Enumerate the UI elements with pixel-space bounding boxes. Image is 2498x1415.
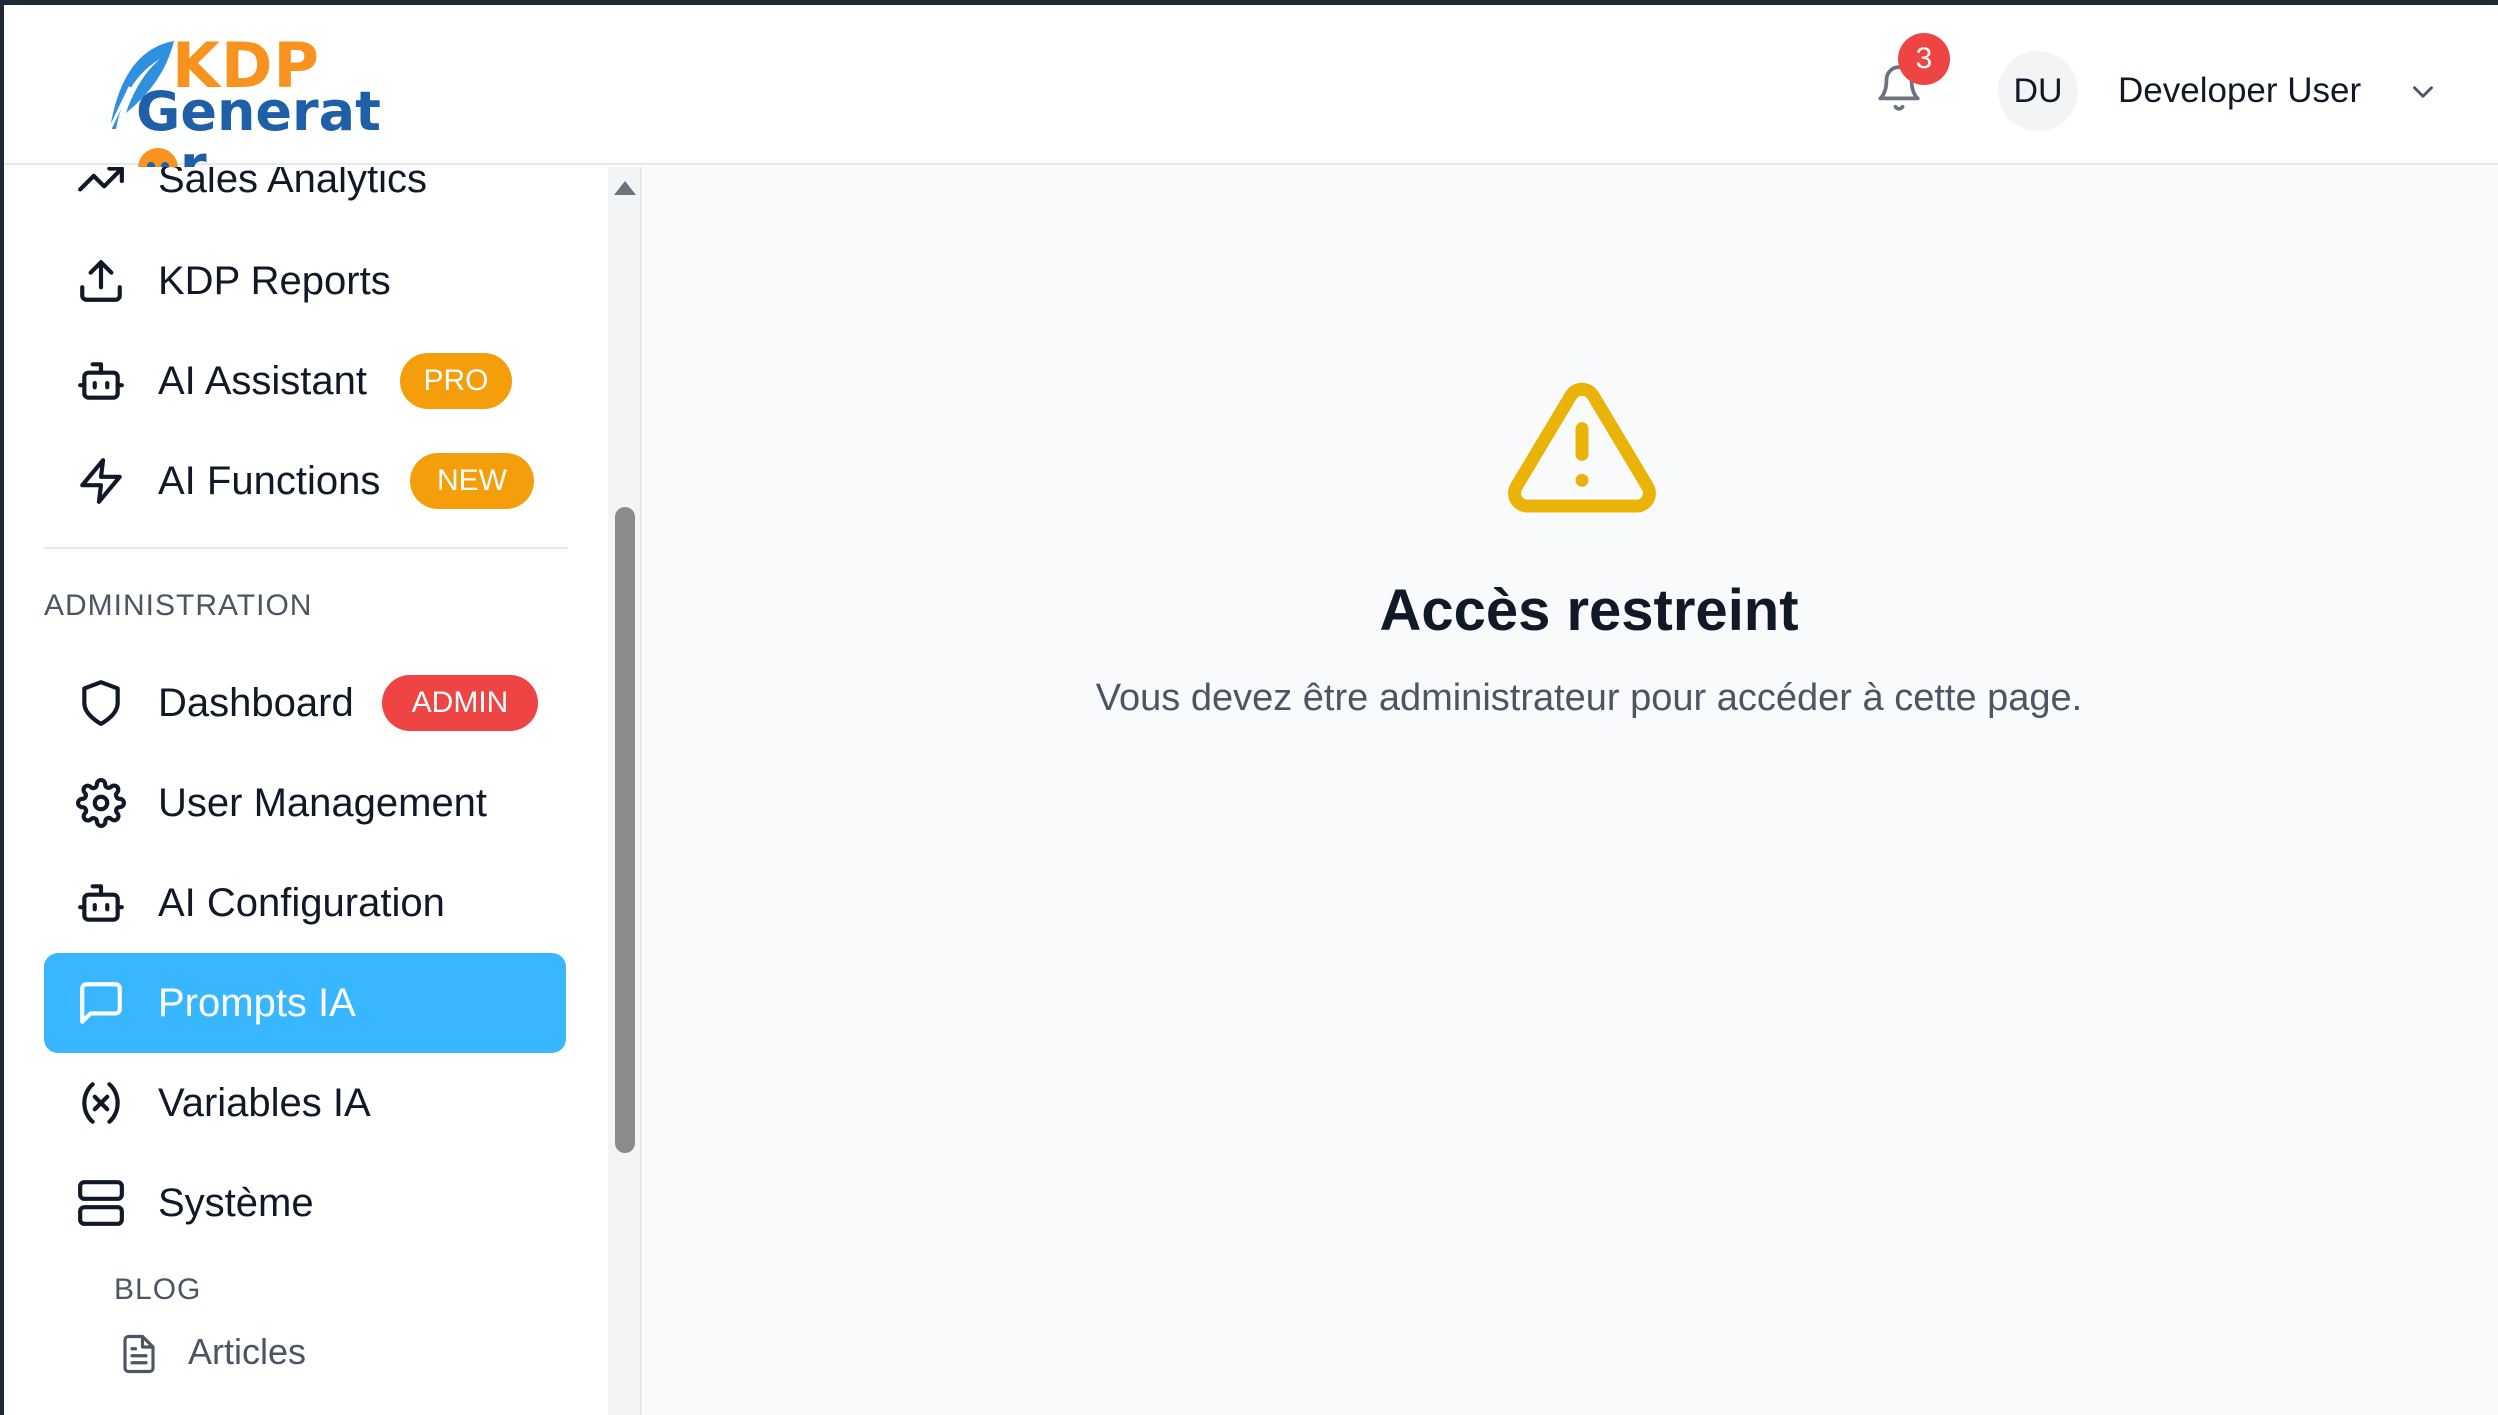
sidebar-item-label: Dashboard — [158, 681, 354, 725]
user-name[interactable]: Developer User — [2118, 69, 2361, 113]
variable-icon — [82, 1082, 120, 1124]
scrollbar-thumb[interactable] — [615, 507, 635, 1153]
sidebar-divider — [44, 547, 568, 549]
sidebar-item-user-management[interactable]: User Management — [44, 753, 566, 853]
pro-badge: PRO — [400, 353, 512, 409]
shield-icon — [82, 680, 120, 726]
gear-icon — [76, 778, 126, 828]
scroll-up-arrow-icon[interactable] — [614, 181, 636, 195]
section-title-blog: BLOG — [114, 1273, 202, 1306]
file-text-icon — [123, 1334, 155, 1374]
sidebar-item-label: Articles — [188, 1331, 307, 1372]
warning-triangle-icon — [1508, 382, 1656, 513]
bot-icon — [78, 884, 124, 922]
chevron-down-icon[interactable] — [2406, 75, 2440, 109]
app-logo[interactable]: KDP Generat r — [100, 33, 420, 193]
sidebar-item-kdp-reports[interactable]: KDP Reports — [44, 231, 566, 331]
sidebar-item-sales-analytics[interactable]: Sales Analytics — [44, 167, 566, 229]
sidebar-item-label: Prompts IA — [158, 981, 356, 1025]
avatar[interactable]: DU — [1998, 51, 2078, 131]
bot-icon — [78, 362, 124, 400]
logo-text-generator-start: Generat — [136, 80, 381, 143]
sidebar-item-label: AI Functions — [158, 459, 381, 503]
sidebar-item-dashboard[interactable]: Dashboard ADMIN — [44, 653, 566, 753]
message-square-icon — [80, 982, 122, 1024]
admin-badge: ADMIN — [382, 675, 538, 731]
section-title-administration: ADMINISTRATION — [44, 589, 313, 622]
sidebar-item-ai-assistant[interactable]: AI Assistant PRO — [44, 331, 566, 431]
sidebar-item-articles[interactable]: Articles — [114, 1327, 514, 1383]
sidebar-item-label: AI Configuration — [158, 881, 445, 925]
zap-icon — [80, 458, 122, 504]
sidebar-item-ai-configuration[interactable]: AI Configuration — [44, 853, 566, 953]
top-header: KDP Generat r 3 DU Developer User — [4, 5, 2498, 193]
sidebar-item-label: Système — [158, 1181, 314, 1225]
upload-icon — [80, 260, 122, 302]
sidebar-item-ai-functions[interactable]: AI Functions NEW — [44, 431, 566, 531]
sidebar-item-variables-ia[interactable]: Variables IA — [44, 1053, 566, 1153]
sidebar-item-label: User Management — [158, 781, 488, 825]
sidebar-item-prompts-ia[interactable]: Prompts IA — [44, 953, 566, 1053]
new-badge: NEW — [410, 453, 534, 509]
sidebar-item-systeme[interactable]: Système — [44, 1153, 566, 1253]
sidebar-item-label: KDP Reports — [158, 259, 391, 303]
notification-count-badge: 3 — [1898, 33, 1950, 85]
server-icon — [78, 1180, 124, 1226]
sidebar-item-label: Variables IA — [158, 1081, 371, 1125]
trending-up-icon — [78, 167, 124, 192]
sidebar: Sales Analytics KDP Reports AI Assistant… — [4, 167, 642, 1415]
page-title: Accès restreint — [1379, 578, 1799, 643]
sidebar-item-label: Sales Analytics — [158, 167, 428, 201]
restricted-message: Vous devez être administrateur pour accé… — [1095, 677, 2083, 719]
app-window: KDP Generat r 3 DU Developer User Sales A… — [0, 0, 2498, 1415]
main-content: Accès restreint Vous devez être administ… — [644, 167, 2498, 1415]
sidebar-item-label: AI Assistant — [158, 359, 367, 403]
